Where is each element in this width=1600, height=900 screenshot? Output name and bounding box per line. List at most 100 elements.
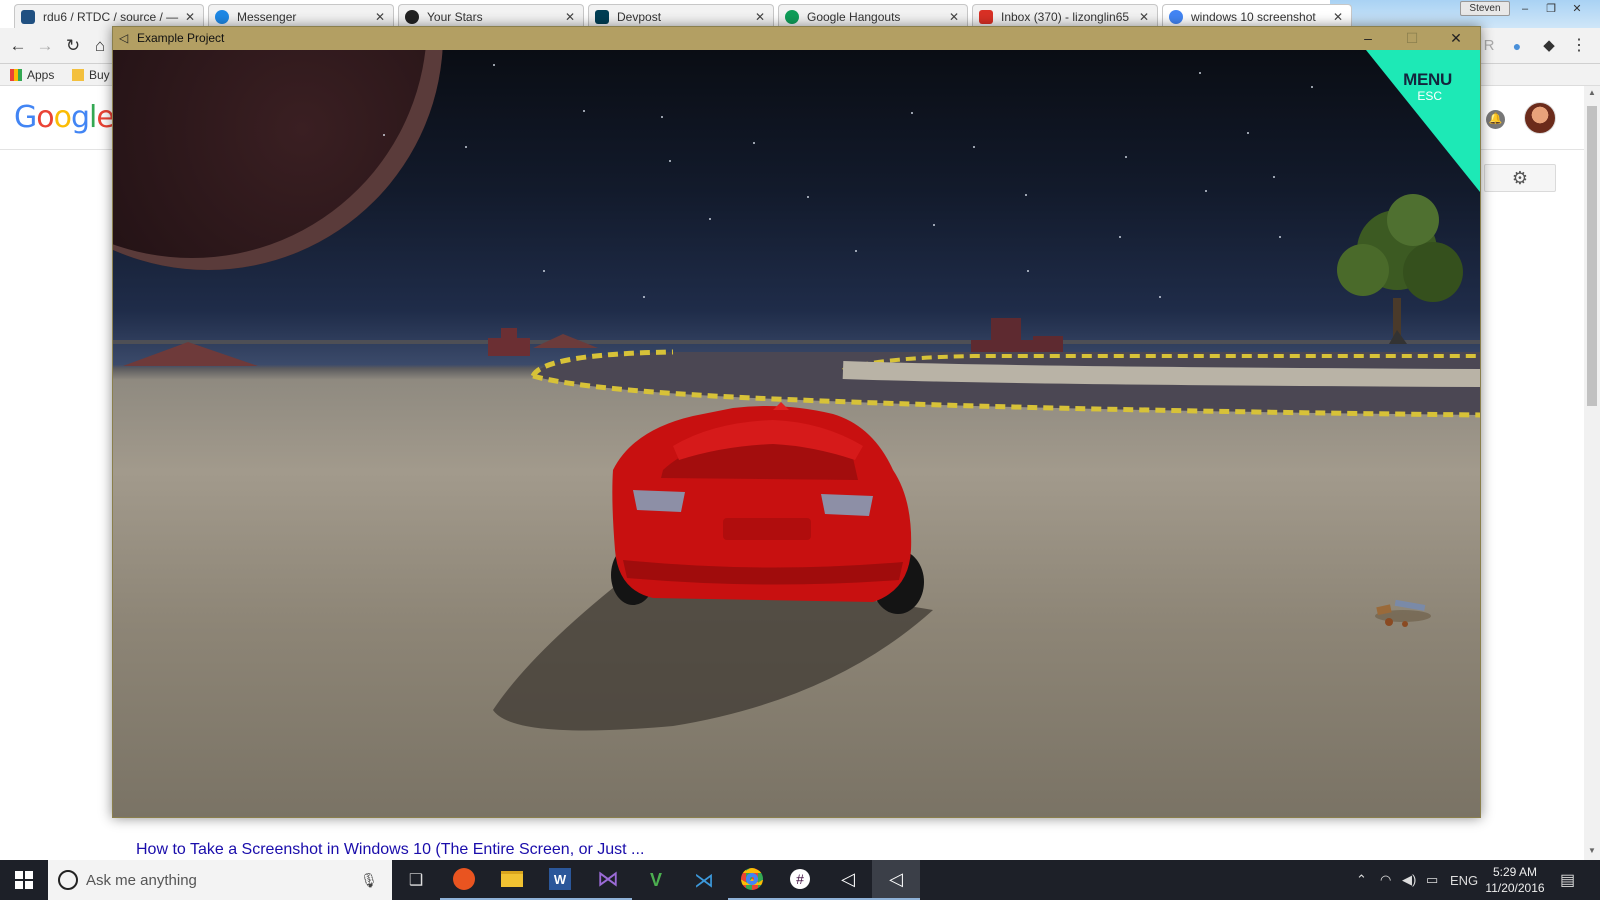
player-car (611, 402, 924, 614)
close-icon[interactable]: ✕ (563, 10, 577, 24)
file-explorer-icon (501, 871, 523, 887)
devpost-icon (595, 9, 609, 24)
pyramid-obstacle (123, 342, 258, 366)
tab-label: rdu6 / RTDC / source / — (43, 9, 179, 24)
browser-tab-strip: rdu6 / RTDC / source / — ✕ Messenger ✕ Y… (0, 0, 1600, 28)
home-icon[interactable]: ⌂ (91, 37, 109, 55)
windows-icon (15, 871, 33, 889)
notifications-icon[interactable]: 🔔 (1486, 110, 1505, 129)
back-icon[interactable]: ← (9, 37, 27, 55)
game-titlebar[interactable]: ◁ Example Project – ☐ ✕ (113, 27, 1480, 50)
browser-tab[interactable]: Your Stars ✕ (398, 4, 584, 28)
taskbar-clock[interactable]: 5:29 AM 11/20/2016 (1480, 864, 1550, 896)
browser-tab[interactable]: rdu6 / RTDC / source / — ✕ (14, 4, 204, 28)
taskbar: Ask me anything 🎙 ❑ W ⋈ V ⋊ # ◁ ◁ ⌃ ◠ ◀)… (0, 860, 1600, 900)
browser-tab[interactable]: Inbox (370) - lizonglin65 ✕ (972, 4, 1158, 28)
browser-tab[interactable]: Messenger ✕ (208, 4, 394, 28)
task-view-button[interactable]: ❑ (392, 860, 440, 900)
extension-icon[interactable]: ● (1508, 37, 1526, 55)
extension-icon[interactable]: R (1480, 37, 1498, 55)
restore-icon[interactable]: ❐ (1540, 2, 1562, 17)
scrollbar[interactable]: ▲ ▼ (1584, 86, 1600, 860)
close-icon[interactable]: ✕ (183, 10, 197, 24)
clock-time: 5:29 AM (1492, 865, 1538, 879)
bookmark-apps[interactable]: Apps (10, 68, 54, 82)
minimize-icon[interactable]: – (1346, 28, 1390, 49)
taskbar-app-vim[interactable]: V (632, 860, 680, 900)
horizon (113, 340, 1480, 344)
tray-overflow-icon[interactable]: ⌃ (1356, 860, 1367, 900)
taskbar-app-vscode[interactable]: ⋊ (680, 860, 728, 900)
start-button[interactable] (0, 860, 48, 900)
messenger-icon (215, 9, 229, 24)
taskbar-app-visual-studio[interactable]: ⋈ (584, 860, 632, 900)
menu-label[interactable]: MENU (1403, 70, 1452, 90)
chrome-icon (741, 868, 763, 890)
taskbar-app-word[interactable]: W (536, 860, 584, 900)
clock-date: 11/20/2016 (1485, 881, 1545, 895)
close-icon[interactable]: ✕ (1137, 10, 1151, 24)
close-icon[interactable]: ✕ (1434, 28, 1478, 49)
maximize-icon[interactable]: ☐ (1390, 28, 1434, 49)
taskbar-app-ubuntu[interactable] (440, 860, 488, 900)
close-icon[interactable]: ✕ (753, 10, 767, 24)
unity-icon: ◁ (889, 868, 903, 889)
tab-label: Messenger (237, 9, 297, 24)
battery-icon[interactable]: ▭ (1426, 860, 1438, 900)
minimize-icon[interactable]: – (1514, 2, 1536, 17)
tree (1337, 194, 1463, 344)
block-obstacle (501, 328, 517, 340)
game-window: ◁ Example Project – ☐ ✕ MENU ESC (112, 26, 1481, 818)
slack-icon: # (790, 869, 810, 889)
close-icon[interactable]: ✕ (1331, 10, 1345, 24)
forward-icon[interactable]: → (36, 37, 54, 55)
tab-label: Inbox (370) - lizonglin65 (1001, 9, 1130, 24)
extension-icon[interactable]: ◆ (1540, 37, 1558, 55)
unity-icon: ◁ (841, 868, 855, 889)
scrollbar-thumb[interactable] (1587, 106, 1597, 406)
vim-icon: V (649, 869, 662, 890)
vscode-icon: ⋊ (694, 869, 714, 892)
browser-tab[interactable]: Devpost ✕ (588, 4, 774, 28)
task-view-icon: ❑ (408, 872, 424, 889)
close-icon[interactable]: ✕ (373, 10, 387, 24)
game-viewport[interactable]: MENU ESC (113, 50, 1480, 817)
visual-studio-icon: ⋈ (597, 866, 619, 891)
block-obstacle (488, 338, 530, 356)
close-icon[interactable]: ✕ (1566, 2, 1588, 17)
volume-icon[interactable]: ◀) (1402, 860, 1416, 900)
scroll-up-icon[interactable]: ▲ (1584, 88, 1600, 97)
google-icon (1169, 9, 1183, 24)
word-icon: W (549, 868, 571, 890)
microphone-icon[interactable]: 🎙 (358, 872, 380, 889)
ubuntu-icon (453, 868, 475, 890)
browser-tab[interactable]: Google Hangouts ✕ (778, 4, 968, 28)
taskbar-app-file-explorer[interactable] (488, 860, 536, 900)
taskbar-app-unity-game[interactable]: ◁ (872, 860, 920, 900)
tab-label: Your Stars (427, 9, 483, 24)
gear-icon: ⚙ (1511, 168, 1529, 188)
wifi-icon[interactable]: ◠ (1380, 860, 1391, 900)
avatar[interactable] (1524, 102, 1556, 134)
close-icon[interactable]: ✕ (947, 10, 961, 24)
taskbar-app-unity[interactable]: ◁ (824, 860, 872, 900)
game-window-title: Example Project (137, 31, 225, 45)
settings-button[interactable]: ⚙ (1484, 164, 1556, 192)
taskbar-search-box[interactable]: Ask me anything 🎙 (48, 860, 392, 900)
language-indicator[interactable]: ENG (1450, 860, 1478, 900)
bookmark-buy[interactable]: Buy (72, 68, 110, 82)
menu-icon[interactable]: ⋮ (1570, 37, 1588, 55)
browser-tab-active[interactable]: windows 10 screenshot ✕ (1162, 4, 1352, 28)
profile-chip[interactable]: Steven (1460, 1, 1510, 16)
cortana-icon (58, 870, 78, 890)
taskbar-app-chrome[interactable] (728, 860, 776, 900)
unity-icon: ◁ (119, 31, 129, 45)
search-result-link[interactable]: How to Take a Screenshot in Windows 10 (… (136, 841, 644, 859)
scroll-down-icon[interactable]: ▼ (1584, 846, 1600, 855)
google-logo[interactable]: Google (14, 100, 115, 135)
bitbucket-icon (21, 9, 35, 24)
game-scene (113, 194, 1480, 731)
action-center-icon[interactable]: ▤ (1560, 860, 1575, 900)
taskbar-app-slack[interactable]: # (776, 860, 824, 900)
reload-icon[interactable]: ↻ (64, 37, 82, 55)
